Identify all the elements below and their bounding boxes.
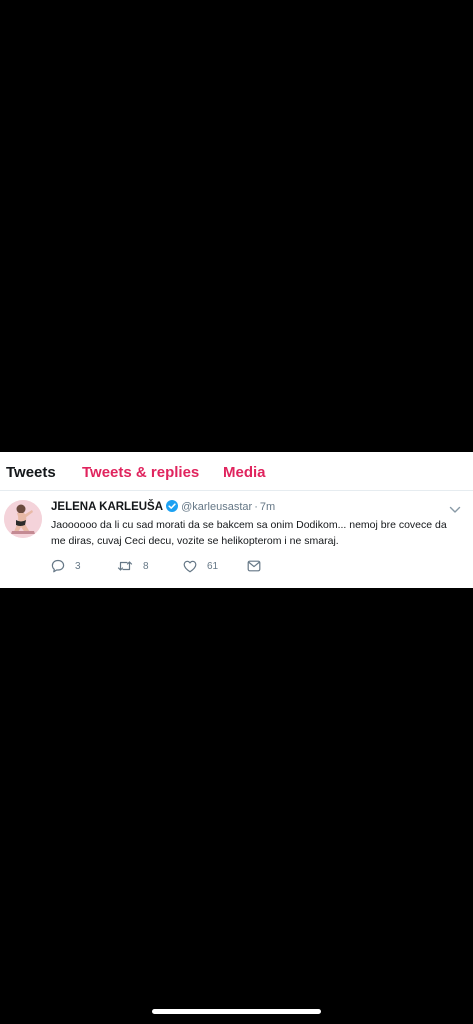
reply-count: 3	[75, 560, 81, 572]
retweet-button[interactable]: 8	[117, 557, 149, 575]
reply-icon	[51, 559, 65, 573]
separator-dot: ·	[254, 501, 258, 513]
tweet-text: Jaoooooo da li cu sad morati da se bakce…	[51, 519, 447, 547]
reply-button[interactable]: 3	[51, 557, 81, 575]
tab-tweets-and-replies[interactable]: Tweets & replies	[82, 464, 199, 482]
user-handle[interactable]: @karleusastar	[181, 501, 252, 513]
profile-timeline-card: Tweets Tweets & replies Media JELENA KAR…	[0, 452, 473, 588]
like-button[interactable]: 61	[183, 557, 218, 575]
display-name[interactable]: JELENA KARLEUŠA	[51, 501, 163, 513]
retweet-icon	[117, 559, 133, 573]
tweet-timestamp[interactable]: 7m	[260, 501, 275, 513]
tweet[interactable]: JELENA KARLEUŠA @karleusastar · 7m Jaooooo…	[0, 491, 473, 581]
tweet-actions: 3 8 61	[51, 557, 291, 575]
verified-badge-icon	[166, 500, 179, 517]
tab-tweets[interactable]: Tweets	[6, 464, 56, 482]
screen: Tweets Tweets & replies Media JELENA KAR…	[0, 0, 473, 1024]
tab-media[interactable]: Media	[223, 464, 266, 482]
envelope-icon	[247, 560, 261, 572]
direct-message-button[interactable]	[247, 557, 261, 575]
profile-tabs: Tweets Tweets & replies Media	[0, 452, 473, 491]
heart-icon	[183, 560, 197, 573]
like-count: 61	[207, 560, 219, 572]
tweet-header: JELENA KARLEUŠA @karleusastar · 7m	[51, 499, 275, 515]
retweet-count: 8	[143, 560, 149, 572]
avatar[interactable]	[4, 500, 42, 538]
home-indicator[interactable]	[152, 1009, 321, 1014]
